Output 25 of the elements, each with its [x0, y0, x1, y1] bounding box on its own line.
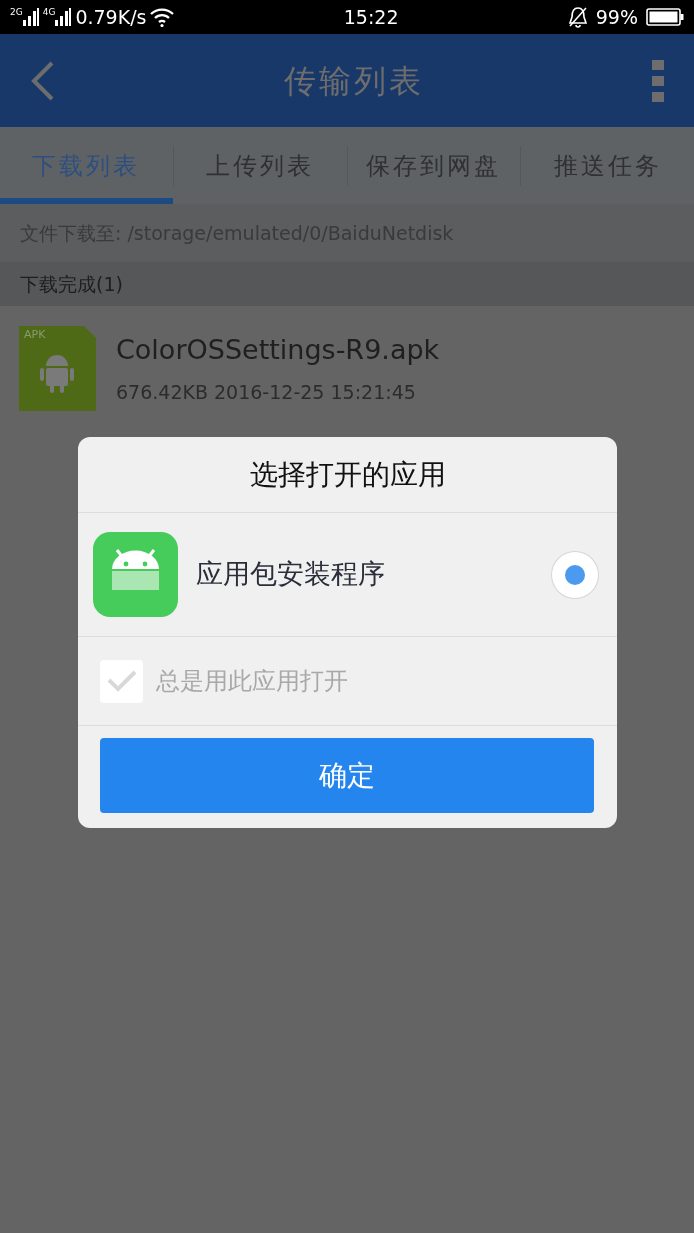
- signal-icon: [55, 8, 72, 26]
- back-icon[interactable]: [30, 60, 56, 101]
- radio-button[interactable]: [552, 551, 598, 598]
- muted-bell-icon: [567, 6, 588, 28]
- section-header: 下载完成(1): [20, 271, 123, 297]
- signal-icon: [22, 8, 39, 26]
- file-name: ColorOSSettings-R9.apk: [116, 332, 440, 367]
- network-type-label: 2G: [10, 8, 23, 17]
- battery-percent: 99%: [595, 4, 638, 30]
- file-type-label: APK: [24, 328, 46, 340]
- android-app-icon: [93, 532, 178, 617]
- network-type-label: 4G: [42, 8, 56, 17]
- dialog-title: 选择打开的应用: [249, 456, 446, 493]
- network-speed: 0.79K/s: [75, 4, 147, 30]
- app-title: 传输列表: [284, 60, 424, 102]
- file-details: 676.42KB 2016-12-25 15:21:45: [116, 380, 417, 405]
- confirm-button[interactable]: 确定: [100, 738, 594, 813]
- apk-file-icon: [19, 325, 96, 411]
- clock-time: 15:22: [343, 5, 399, 28]
- more-menu-icon[interactable]: [652, 59, 664, 102]
- wifi-icon: [150, 7, 175, 27]
- battery-icon: [646, 8, 684, 26]
- checkmark-icon: [106, 670, 137, 692]
- checkbox-label: 总是用此应用打开: [156, 666, 348, 697]
- app-name: 应用包安装程序: [196, 557, 386, 592]
